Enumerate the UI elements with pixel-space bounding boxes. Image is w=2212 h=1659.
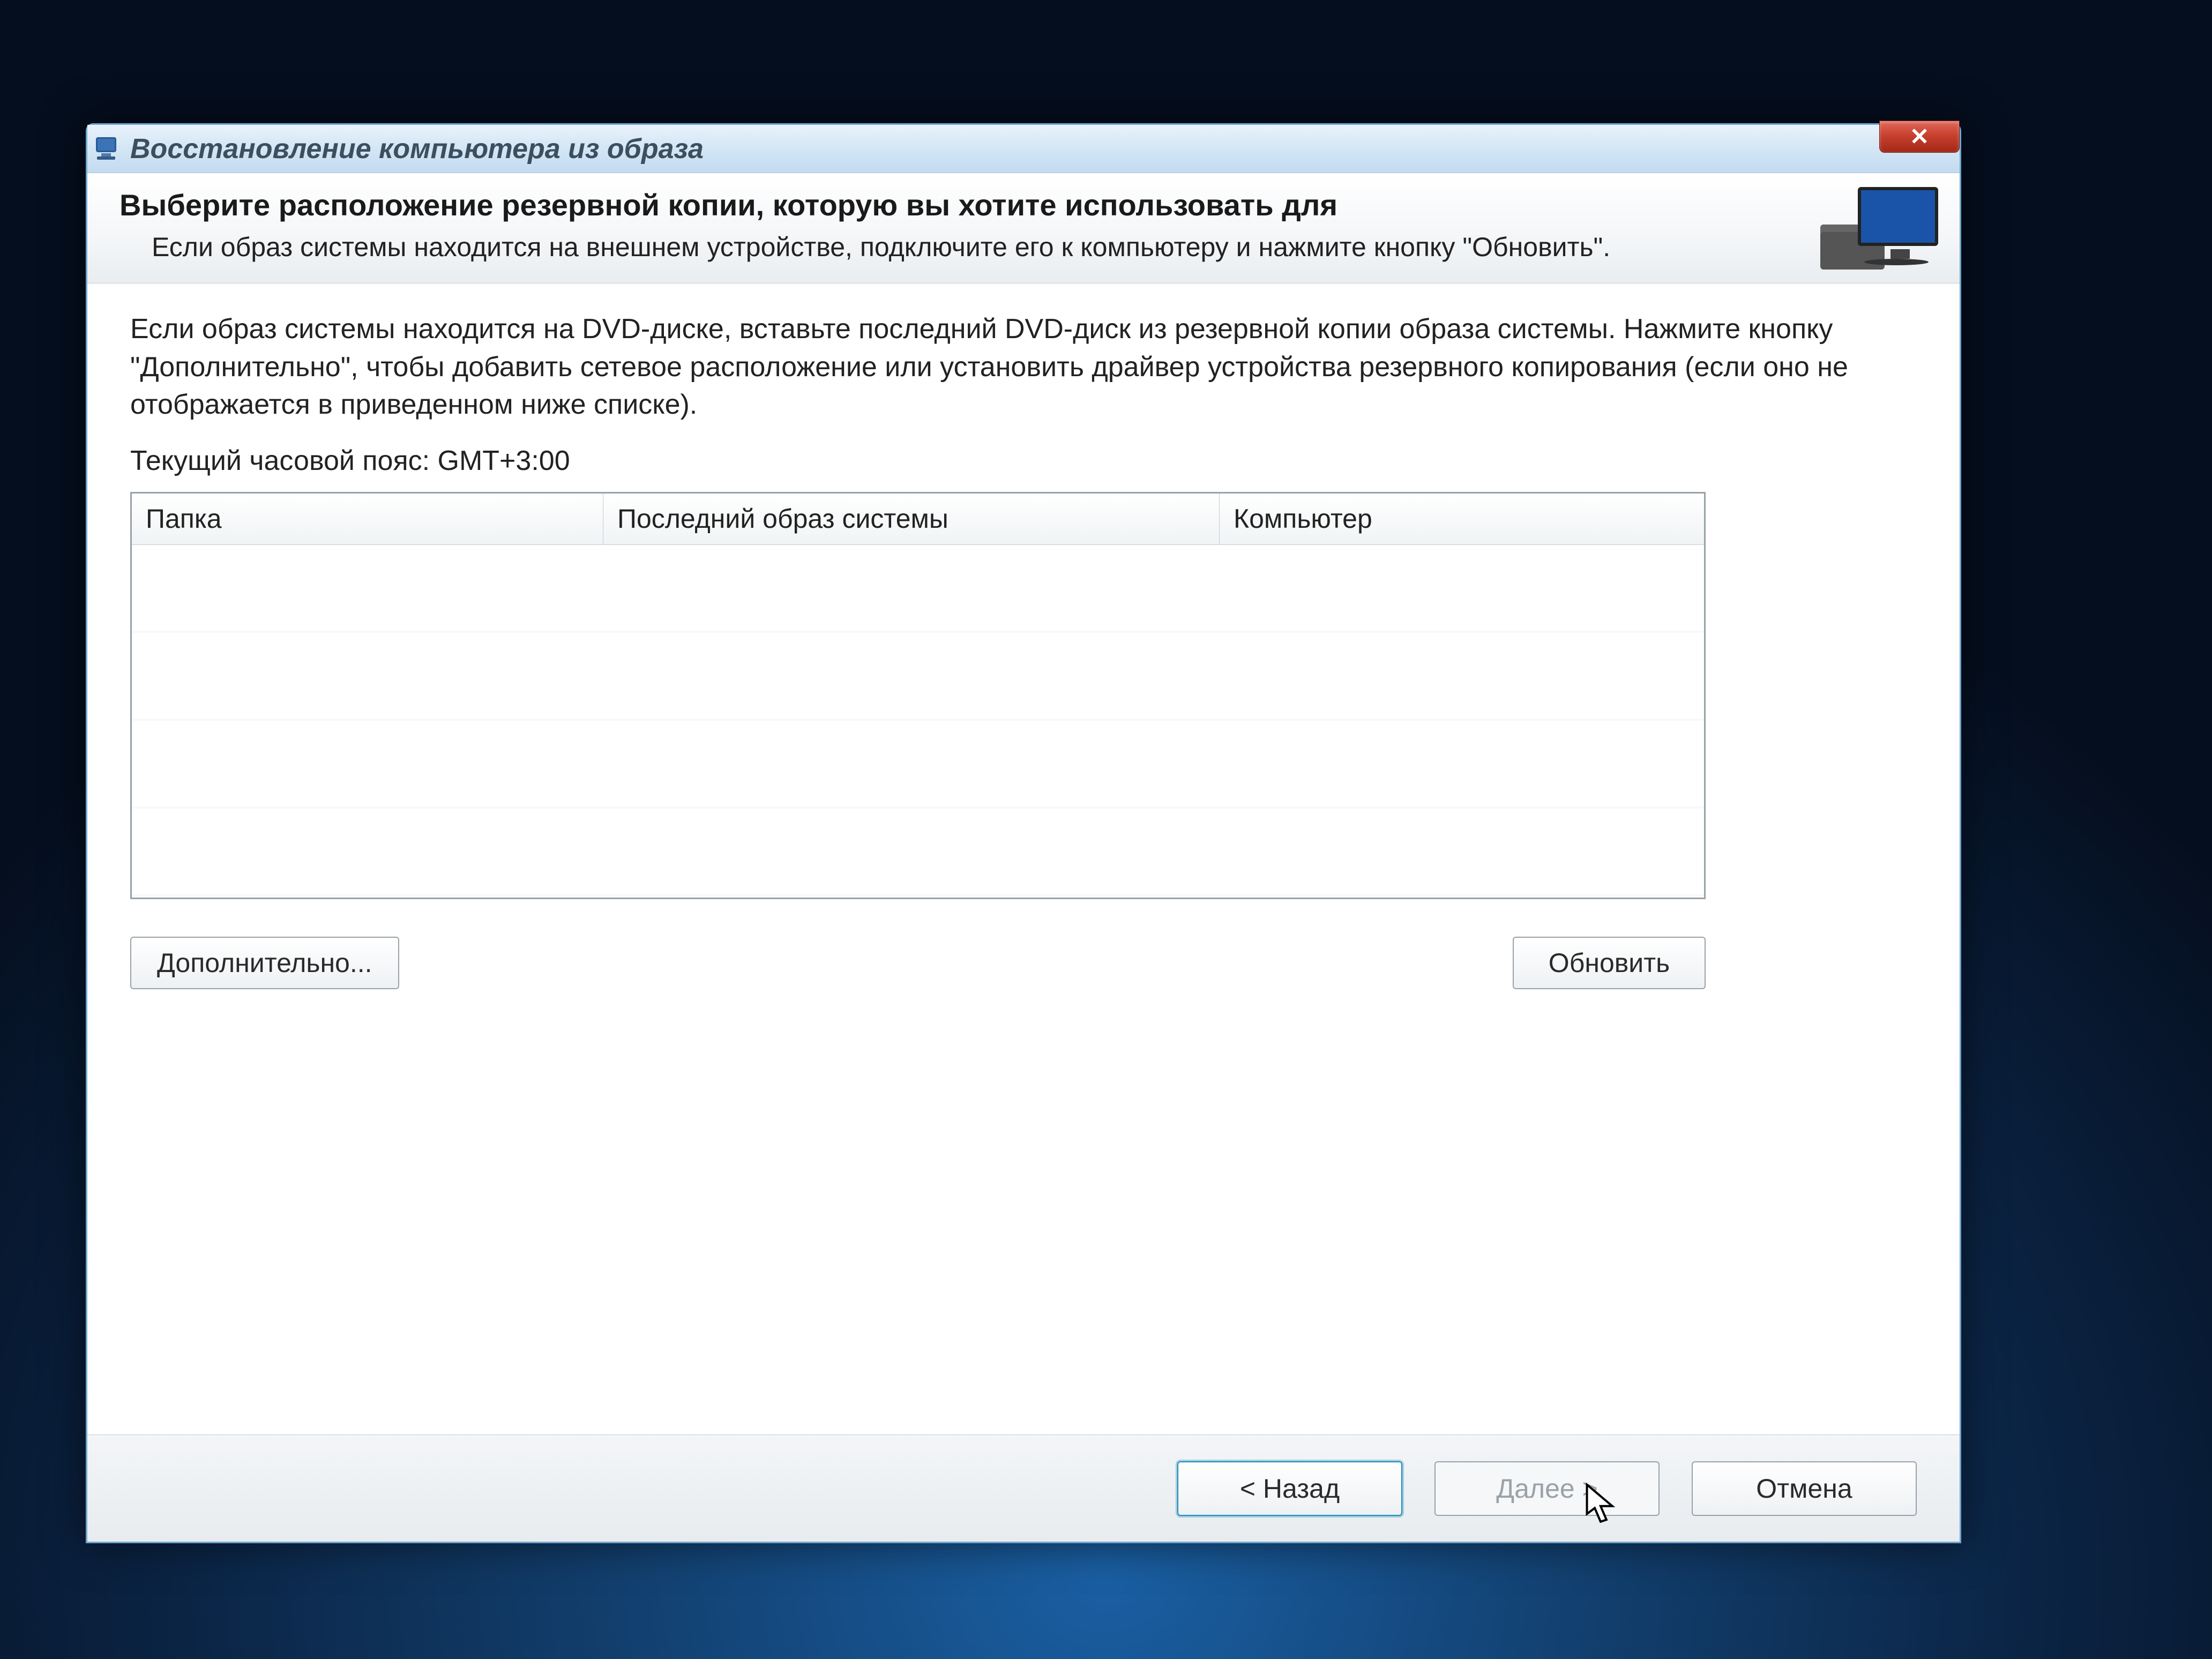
restore-wizard-window: Восстановление компьютера из образа ✕ Вы… bbox=[86, 123, 1961, 1543]
app-icon bbox=[93, 135, 121, 163]
wizard-heading: Выберите расположение резервной копии, к… bbox=[119, 188, 1927, 222]
timezone-label: Текущий часовой пояс: GMT+3:00 bbox=[130, 445, 1917, 477]
close-icon: ✕ bbox=[1910, 123, 1930, 151]
column-computer[interactable]: Компьютер bbox=[1220, 494, 1704, 544]
next-button: Далее > bbox=[1434, 1461, 1660, 1516]
window-title: Восстановление компьютера из образа bbox=[130, 133, 704, 165]
wizard-subtext: Если образ системы находится на внешнем … bbox=[119, 230, 1927, 265]
back-button[interactable]: < Назад bbox=[1177, 1461, 1402, 1516]
wizard-footer: < Назад Далее > Отмена bbox=[87, 1434, 1960, 1542]
close-button[interactable]: ✕ bbox=[1879, 121, 1960, 153]
column-latest-image[interactable]: Последний образ системы bbox=[603, 494, 1220, 544]
wizard-header: Выберите расположение резервной копии, к… bbox=[87, 173, 1960, 283]
wizard-body: Если образ системы находится на DVD-диск… bbox=[87, 283, 1960, 1434]
cancel-button[interactable]: Отмена bbox=[1692, 1461, 1917, 1516]
list-header-row: Папка Последний образ системы Компьютер bbox=[132, 494, 1704, 545]
column-folder[interactable]: Папка bbox=[132, 494, 603, 544]
desktop-background: Восстановление компьютера из образа ✕ Вы… bbox=[0, 0, 2212, 1659]
list-rows-empty[interactable] bbox=[132, 545, 1704, 898]
advanced-button[interactable]: Дополнительно... bbox=[130, 937, 399, 989]
titlebar[interactable]: Восстановление компьютера из образа ✕ bbox=[87, 125, 1960, 173]
mid-button-row: Дополнительно... Обновить bbox=[130, 937, 1706, 989]
instructions-text: Если образ системы находится на DVD-диск… bbox=[130, 310, 1917, 423]
refresh-button[interactable]: Обновить bbox=[1513, 937, 1706, 989]
computer-restore-icon bbox=[1820, 187, 1938, 278]
backup-list[interactable]: Папка Последний образ системы Компьютер bbox=[130, 492, 1706, 899]
